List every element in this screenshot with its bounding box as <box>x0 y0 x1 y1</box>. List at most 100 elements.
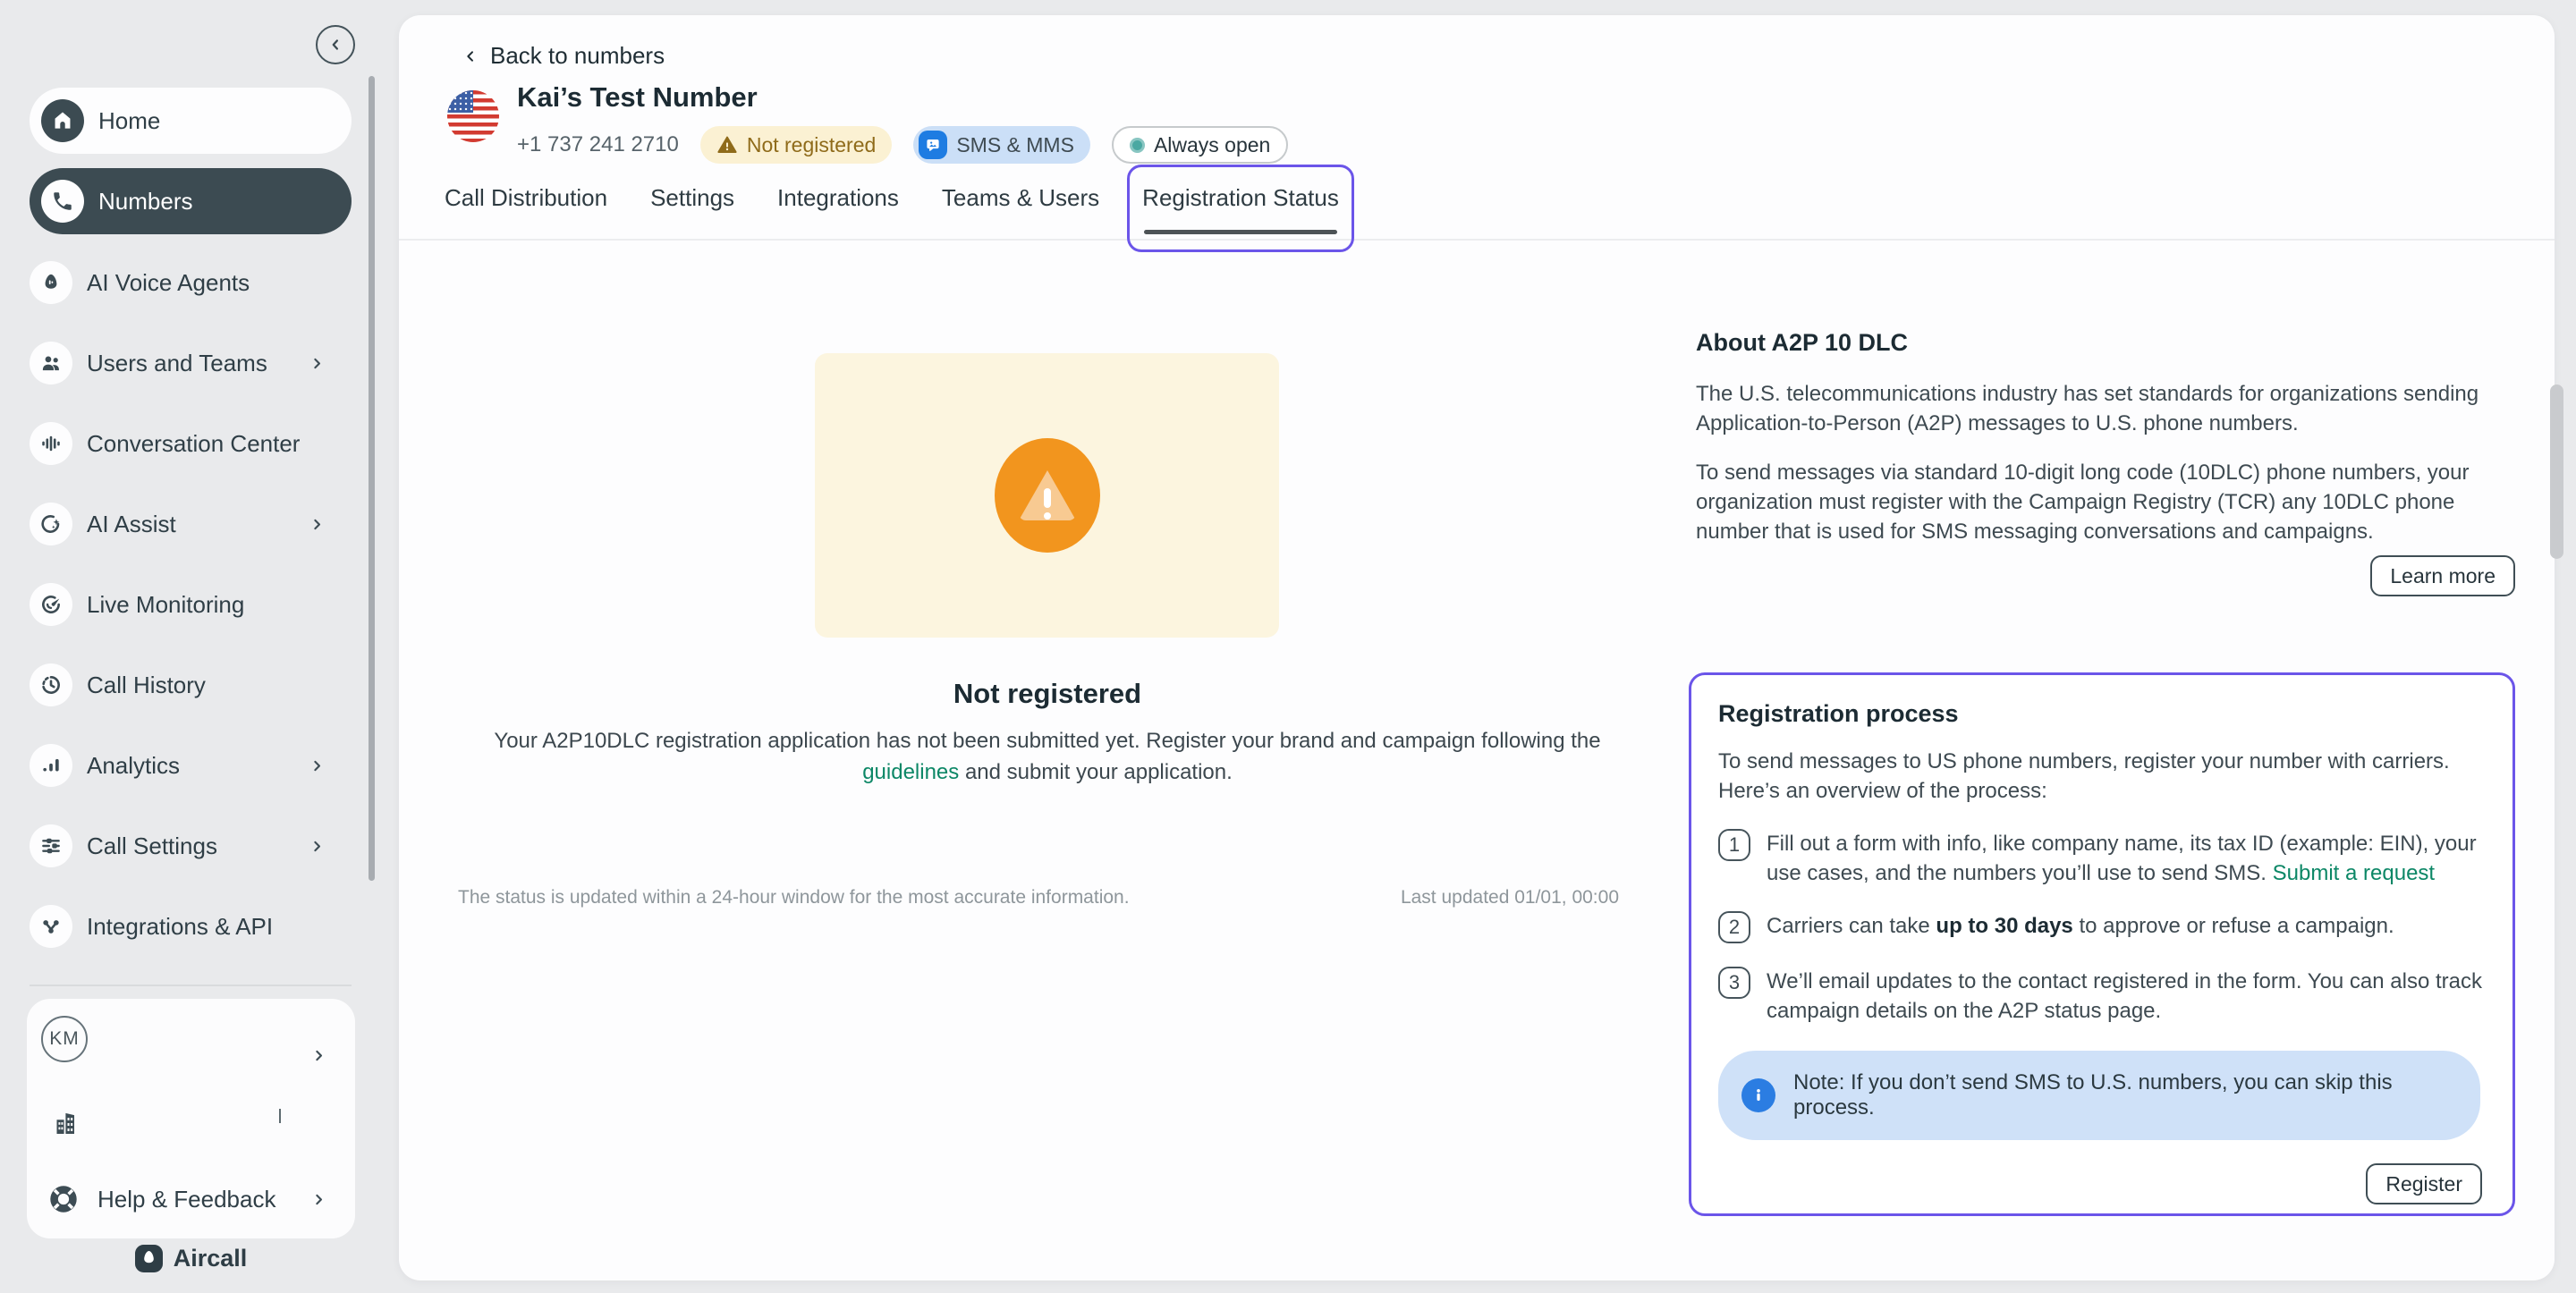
process-step-1: 1 Fill out a form with info, like compan… <box>1718 829 2486 888</box>
sidebar-item-label: Users and Teams <box>87 350 295 377</box>
chevron-right-icon <box>311 1048 326 1063</box>
exclamation-dot <box>1044 512 1051 520</box>
process-step-3: 3 We’ll email updates to the contact reg… <box>1718 967 2486 1026</box>
channels-badge: SMS & MMS <box>913 126 1090 164</box>
chevron-right-icon <box>309 517 325 532</box>
workspace-card: KM Help & Feedback <box>27 999 355 1238</box>
radar-icon <box>30 583 72 626</box>
sms-mms-icon <box>919 131 947 159</box>
badge-label: Not registered <box>747 133 876 157</box>
back-to-numbers-link[interactable]: Back to numbers <box>463 42 665 70</box>
sidebar-item-help-feedback[interactable]: Help & Feedback <box>27 1176 355 1222</box>
tab-registration-status[interactable]: Registration Status <box>1142 165 1339 252</box>
tab-label: Settings <box>650 184 734 211</box>
sidebar-scrollbar[interactable] <box>369 76 375 881</box>
sidebar-item-conversation-center[interactable]: Conversation Center <box>30 421 352 466</box>
status-title: Not registered <box>399 678 1696 710</box>
bar-chart-icon <box>30 744 72 787</box>
aircall-logo-text: Aircall <box>174 1245 248 1272</box>
step-text-span: to approve or refuse a campaign. <box>2079 914 2394 938</box>
warning-icon <box>716 134 738 156</box>
waveform-icon <box>30 422 72 465</box>
about-title: About A2P 10 DLC <box>1696 327 2515 358</box>
chevron-left-icon <box>327 37 343 53</box>
tab-settings[interactable]: Settings <box>650 165 734 252</box>
sidebar-item-call-settings[interactable]: Call Settings <box>30 824 352 868</box>
step-text-span: Carriers can take <box>1767 914 1930 938</box>
phone-number: +1 737 241 2710 <box>517 132 679 157</box>
sidebar-item-label: Home <box>98 107 340 135</box>
sidebar-item-label: AI Voice Agents <box>87 269 352 297</box>
warning-circle-icon <box>995 438 1100 553</box>
status-dot-icon <box>1130 138 1145 153</box>
step-number: 1 <box>1718 829 1750 861</box>
aircall-logo: Aircall <box>27 1245 355 1272</box>
sidebar-item-live-monitoring[interactable]: Live Monitoring <box>30 582 352 627</box>
about-a2p-section: About A2P 10 DLC The U.S. telecommunicat… <box>1696 327 2515 596</box>
badge-label: Always open <box>1154 133 1270 157</box>
tab-label: Call Distribution <box>445 184 607 211</box>
users-icon <box>30 342 72 385</box>
process-step-2: 2 Carriers can take up to 30 days to app… <box>1718 911 2486 943</box>
flag-canton <box>447 90 473 113</box>
text-caret <box>279 1109 281 1123</box>
sidebar-item-label: Call Settings <box>87 832 295 860</box>
workspace-account-row[interactable]: KM <box>27 1016 355 1062</box>
history-clock-icon <box>30 663 72 706</box>
sidebar-item-label: AI Assist <box>87 511 295 538</box>
page-title: Kai’s Test Number <box>517 81 758 114</box>
tab-label: Integrations <box>777 184 899 211</box>
chevron-left-icon <box>463 49 478 63</box>
guidelines-link[interactable]: guidelines <box>862 760 959 784</box>
avatar: KM <box>41 1016 88 1062</box>
sidebar-item-users-and-teams[interactable]: Users and Teams <box>30 341 352 385</box>
step-text: Fill out a form with info, like company … <box>1767 829 2486 888</box>
tab-call-distribution[interactable]: Call Distribution <box>445 165 607 252</box>
tab-label: Registration Status <box>1142 184 1339 211</box>
status-description: Your A2P10DLC registration application h… <box>466 725 1629 788</box>
tab-teams-users[interactable]: Teams & Users <box>942 165 1099 252</box>
sidebar-item-ai-assist[interactable]: AI Assist <box>30 502 352 546</box>
badge-label: SMS & MMS <box>956 133 1074 157</box>
sidebar-item-analytics[interactable]: Analytics <box>30 743 352 788</box>
workspace-company-row[interactable] <box>27 1100 355 1146</box>
warning-triangle-icon <box>1019 470 1076 520</box>
register-button[interactable]: Register <box>2366 1163 2482 1204</box>
learn-more-button[interactable]: Learn more <box>2370 555 2515 596</box>
sidebar-item-label: Conversation Center <box>87 430 352 458</box>
sidebar-item-label: Call History <box>87 672 352 699</box>
registration-status-badge: Not registered <box>700 126 892 164</box>
sidebar-item-numbers[interactable]: Numbers <box>30 168 352 234</box>
chevron-right-icon <box>309 356 325 371</box>
tab-integrations[interactable]: Integrations <box>777 165 899 252</box>
sidebar-item-integrations-api[interactable]: Integrations & API <box>30 904 352 949</box>
page-scrollbar[interactable] <box>2550 385 2563 559</box>
sidebar-item-home[interactable]: Home <box>30 88 352 154</box>
building-icon <box>50 1106 82 1140</box>
step-text-span: We’ll email updates to the contact regis… <box>1767 969 2482 1023</box>
submit-request-link[interactable]: Submit a request <box>2273 861 2435 885</box>
step-text-bold: up to 30 days <box>1936 914 2072 938</box>
status-footnote: The status is updated within a 24-hour w… <box>458 887 1130 908</box>
number-meta-row: +1 737 241 2710 Not registered SMS & MMS… <box>517 124 1288 165</box>
note-banner: Note: If you don’t send SMS to U.S. numb… <box>1718 1051 2480 1140</box>
tab-bar: Call Distribution Settings Integrations … <box>445 165 1339 252</box>
status-footer: The status is updated within a 24-hour w… <box>458 887 1619 908</box>
process-title: Registration process <box>1718 698 2486 729</box>
sliders-icon <box>30 824 72 867</box>
home-icon <box>41 99 84 142</box>
sidebar-divider <box>30 985 352 986</box>
ai-voice-agents-icon <box>30 261 72 304</box>
main-panel: Back to numbers Kai’s Test Number +1 737… <box>399 15 2555 1280</box>
not-registered-illustration <box>815 353 1279 638</box>
sidebar-item-call-history[interactable]: Call History <box>30 663 352 707</box>
sidebar-item-label: Analytics <box>87 752 295 780</box>
sidebar-item-ai-voice-agents[interactable]: AI Voice Agents <box>30 260 352 305</box>
availability-badge: Always open <box>1112 126 1288 164</box>
us-flag-avatar <box>447 90 499 142</box>
sidebar-item-label: Help & Feedback <box>97 1186 275 1213</box>
sidebar-collapse-button[interactable] <box>316 25 355 64</box>
step-text: Carriers can take up to 30 days to appro… <box>1767 911 2486 941</box>
sidebar: Home Numbers AI Voice Agents Users and T… <box>0 0 399 1293</box>
step-number: 3 <box>1718 967 1750 999</box>
